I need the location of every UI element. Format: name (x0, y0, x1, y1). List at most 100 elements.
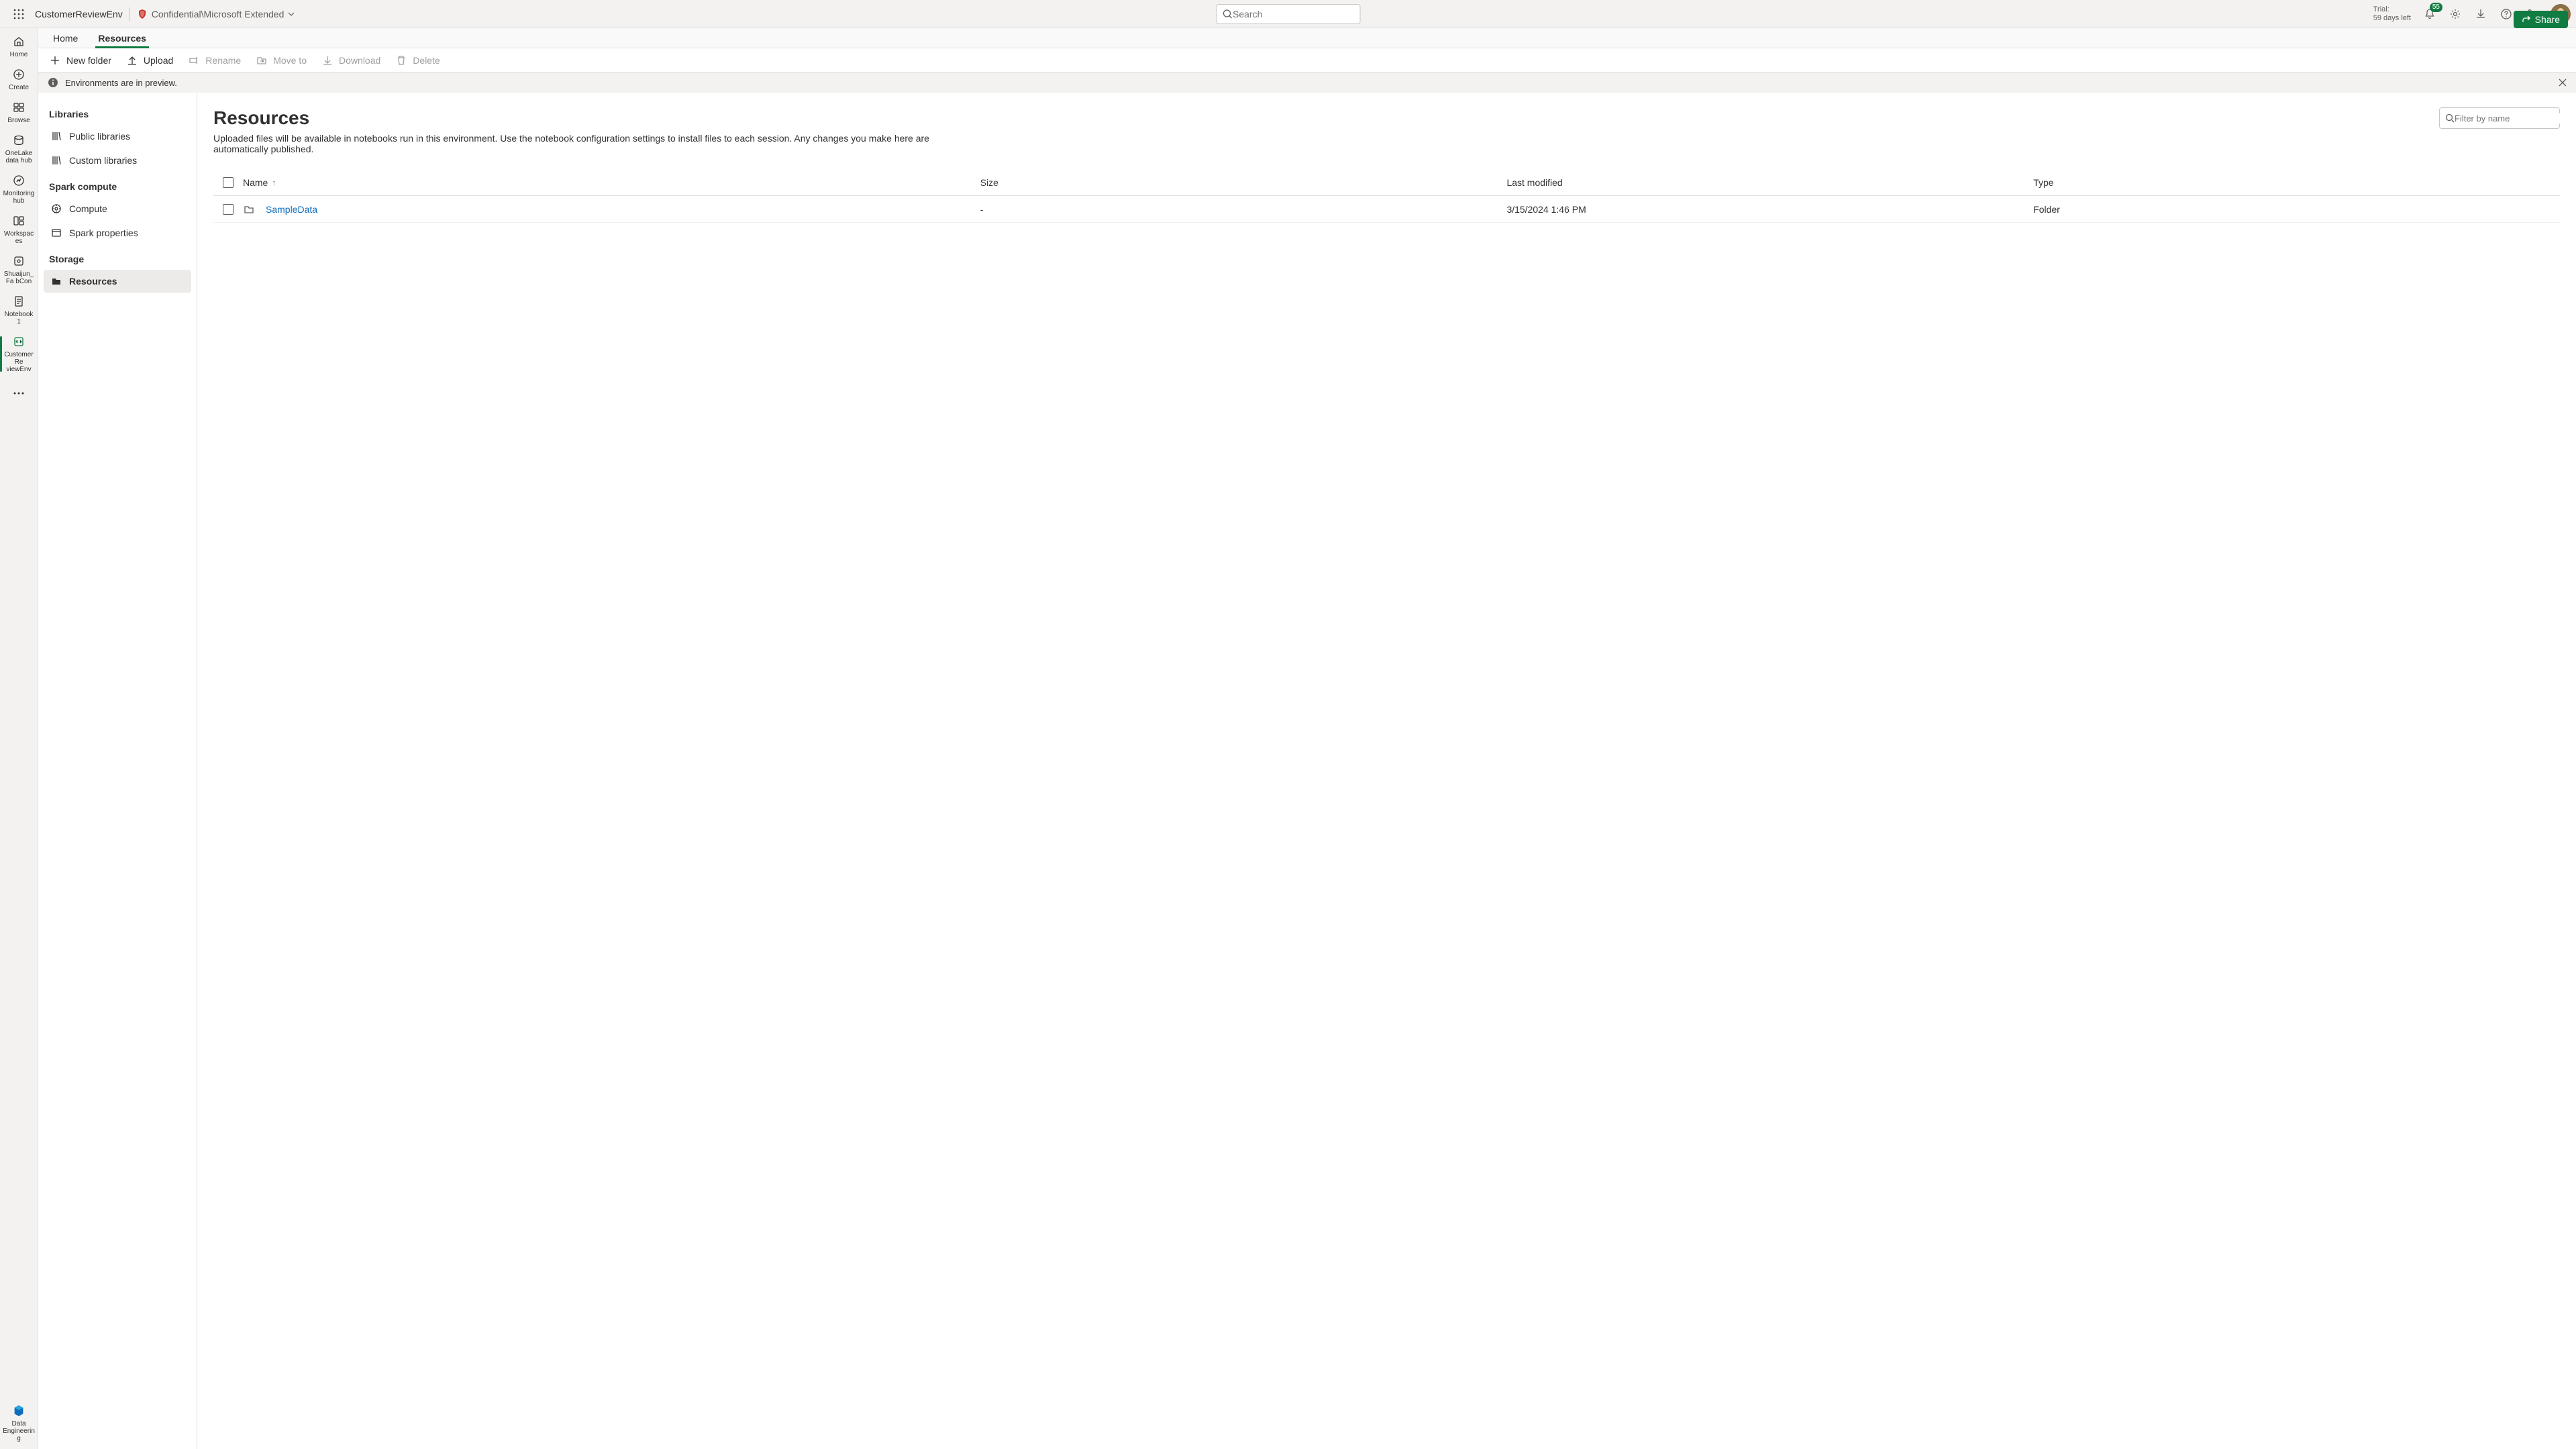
home-icon (12, 35, 25, 48)
shield-icon (137, 9, 148, 19)
column-size[interactable]: Size (980, 177, 1507, 188)
main-area: Home Resources Share New folder Upload R… (38, 28, 2576, 1449)
classification-label: Confidential\Microsoft Extended (152, 9, 285, 19)
left-rail: Home Create Browse OneLake data hub Moni… (0, 28, 38, 1449)
download-button[interactable] (2474, 7, 2487, 21)
download-label: Download (339, 55, 380, 66)
new-folder-button[interactable]: New folder (48, 52, 113, 69)
sidebar-item-compute[interactable]: Compute (44, 197, 191, 220)
download-toolbar-button: Download (320, 52, 382, 69)
move-to-button: Move to (254, 52, 308, 69)
compute-icon (50, 203, 62, 215)
sidebar-item-label: Compute (69, 203, 107, 214)
delete-button: Delete (394, 52, 441, 69)
share-label: Share (2535, 14, 2560, 25)
properties-icon (50, 227, 62, 239)
sidebar: Libraries Public libraries Custom librar… (38, 93, 197, 1449)
info-icon (48, 77, 58, 88)
delete-icon (395, 54, 407, 66)
sidebar-item-label: Public libraries (69, 131, 130, 142)
search-field[interactable] (1216, 4, 1360, 24)
preview-banner: Environments are in preview. (38, 72, 2576, 93)
notifications-button[interactable]: 55 (2423, 7, 2436, 21)
row-checkbox[interactable] (223, 204, 234, 215)
monitoring-icon (12, 174, 25, 187)
tab-home[interactable]: Home (50, 29, 81, 48)
rail-label: Create (9, 84, 29, 91)
row-last-modified: 3/15/2024 1:46 PM (1506, 204, 2033, 215)
settings-button[interactable] (2449, 7, 2462, 21)
share-button[interactable]: Share (2514, 11, 2568, 28)
sort-ascending-icon: ↑ (272, 178, 276, 187)
search-input[interactable] (1233, 9, 1354, 19)
column-name[interactable]: Name ↑ (243, 177, 980, 188)
help-button[interactable] (2500, 7, 2513, 21)
filter-field[interactable] (2439, 107, 2560, 129)
rename-button: Rename (187, 52, 242, 69)
row-name[interactable]: SampleData (266, 204, 317, 215)
rail-more[interactable] (1, 379, 36, 408)
sidebar-section-storage: Storage (49, 254, 191, 264)
rail-label: CustomerRe viewEnv (3, 351, 35, 373)
select-all-checkbox[interactable] (223, 177, 234, 188)
rail-label: Home (10, 51, 28, 58)
classification-dropdown[interactable]: Confidential\Microsoft Extended (137, 9, 295, 19)
sidebar-item-spark-properties[interactable]: Spark properties (44, 221, 191, 244)
sidebar-item-public-libraries[interactable]: Public libraries (44, 125, 191, 148)
search-icon (1222, 9, 1233, 19)
rail-workspace-shuaijun[interactable]: Shuaijun_Fa bCon (1, 250, 36, 289)
workspaces-icon (12, 214, 25, 228)
page-title: Resources (213, 107, 951, 129)
library-icon (50, 130, 62, 142)
sidebar-section-spark: Spark compute (49, 181, 191, 192)
tab-resources[interactable]: Resources (95, 29, 149, 48)
rail-environment[interactable]: CustomerRe viewEnv (1, 331, 36, 377)
rail-persona[interactable]: Data Engineering (1, 1400, 36, 1448)
upload-icon (126, 54, 138, 66)
rail-browse[interactable]: Browse (1, 97, 36, 128)
column-last-modified[interactable]: Last modified (1506, 177, 2033, 188)
table-header: Name ↑ Size Last modified Type (213, 169, 2560, 196)
data-engineering-icon (12, 1404, 25, 1417)
resources-table: Name ↑ Size Last modified Type SampleDat… (213, 169, 2560, 223)
top-bar: CustomerReviewEnv Confidential\Microsoft… (0, 0, 2576, 28)
sidebar-item-label: Resources (69, 276, 117, 287)
toolbar: New folder Upload Rename Move to Downloa… (38, 48, 2576, 72)
new-folder-label: New folder (66, 55, 111, 66)
breadcrumb-title[interactable]: CustomerReviewEnv (35, 9, 123, 19)
rename-icon (188, 54, 200, 66)
workspace-icon (12, 254, 25, 268)
rail-label: OneLake data hub (3, 150, 35, 164)
table-row[interactable]: SampleData - 3/15/2024 1:46 PM Folder (213, 196, 2560, 223)
rail-workspaces[interactable]: Workspaces (1, 210, 36, 249)
rail-label: Data Engineering (3, 1420, 35, 1442)
notification-badge: 55 (2430, 3, 2442, 12)
folder-icon (243, 203, 255, 215)
sidebar-item-custom-libraries[interactable]: Custom libraries (44, 149, 191, 172)
row-size: - (980, 204, 1507, 215)
banner-close-button[interactable] (2559, 79, 2567, 87)
column-label: Name (243, 177, 268, 188)
rail-notebook[interactable]: Notebook 1 (1, 291, 36, 330)
rail-home[interactable]: Home (1, 31, 36, 62)
content: Resources Uploaded files will be availab… (197, 93, 2576, 1449)
rail-create[interactable]: Create (1, 64, 36, 95)
rail-label: Workspaces (3, 230, 35, 245)
rail-onelake[interactable]: OneLake data hub (1, 130, 36, 168)
upload-button[interactable]: Upload (125, 52, 174, 69)
app-launcher-icon[interactable] (5, 0, 32, 28)
share-icon (2522, 15, 2531, 24)
onelake-icon (12, 134, 25, 147)
filter-input[interactable] (2455, 113, 2573, 123)
library-icon (50, 154, 62, 166)
sidebar-item-resources[interactable]: Resources (44, 270, 191, 293)
trial-days: 59 days left (2373, 14, 2411, 23)
body: Libraries Public libraries Custom librar… (38, 93, 2576, 1449)
column-type[interactable]: Type (2033, 177, 2560, 188)
chevron-down-icon (288, 11, 295, 17)
rail-monitoring[interactable]: Monitoring hub (1, 170, 36, 209)
tab-row: Home Resources Share (38, 28, 2576, 48)
move-icon (256, 54, 268, 66)
create-icon (12, 68, 25, 81)
sidebar-section-libraries: Libraries (49, 109, 191, 119)
